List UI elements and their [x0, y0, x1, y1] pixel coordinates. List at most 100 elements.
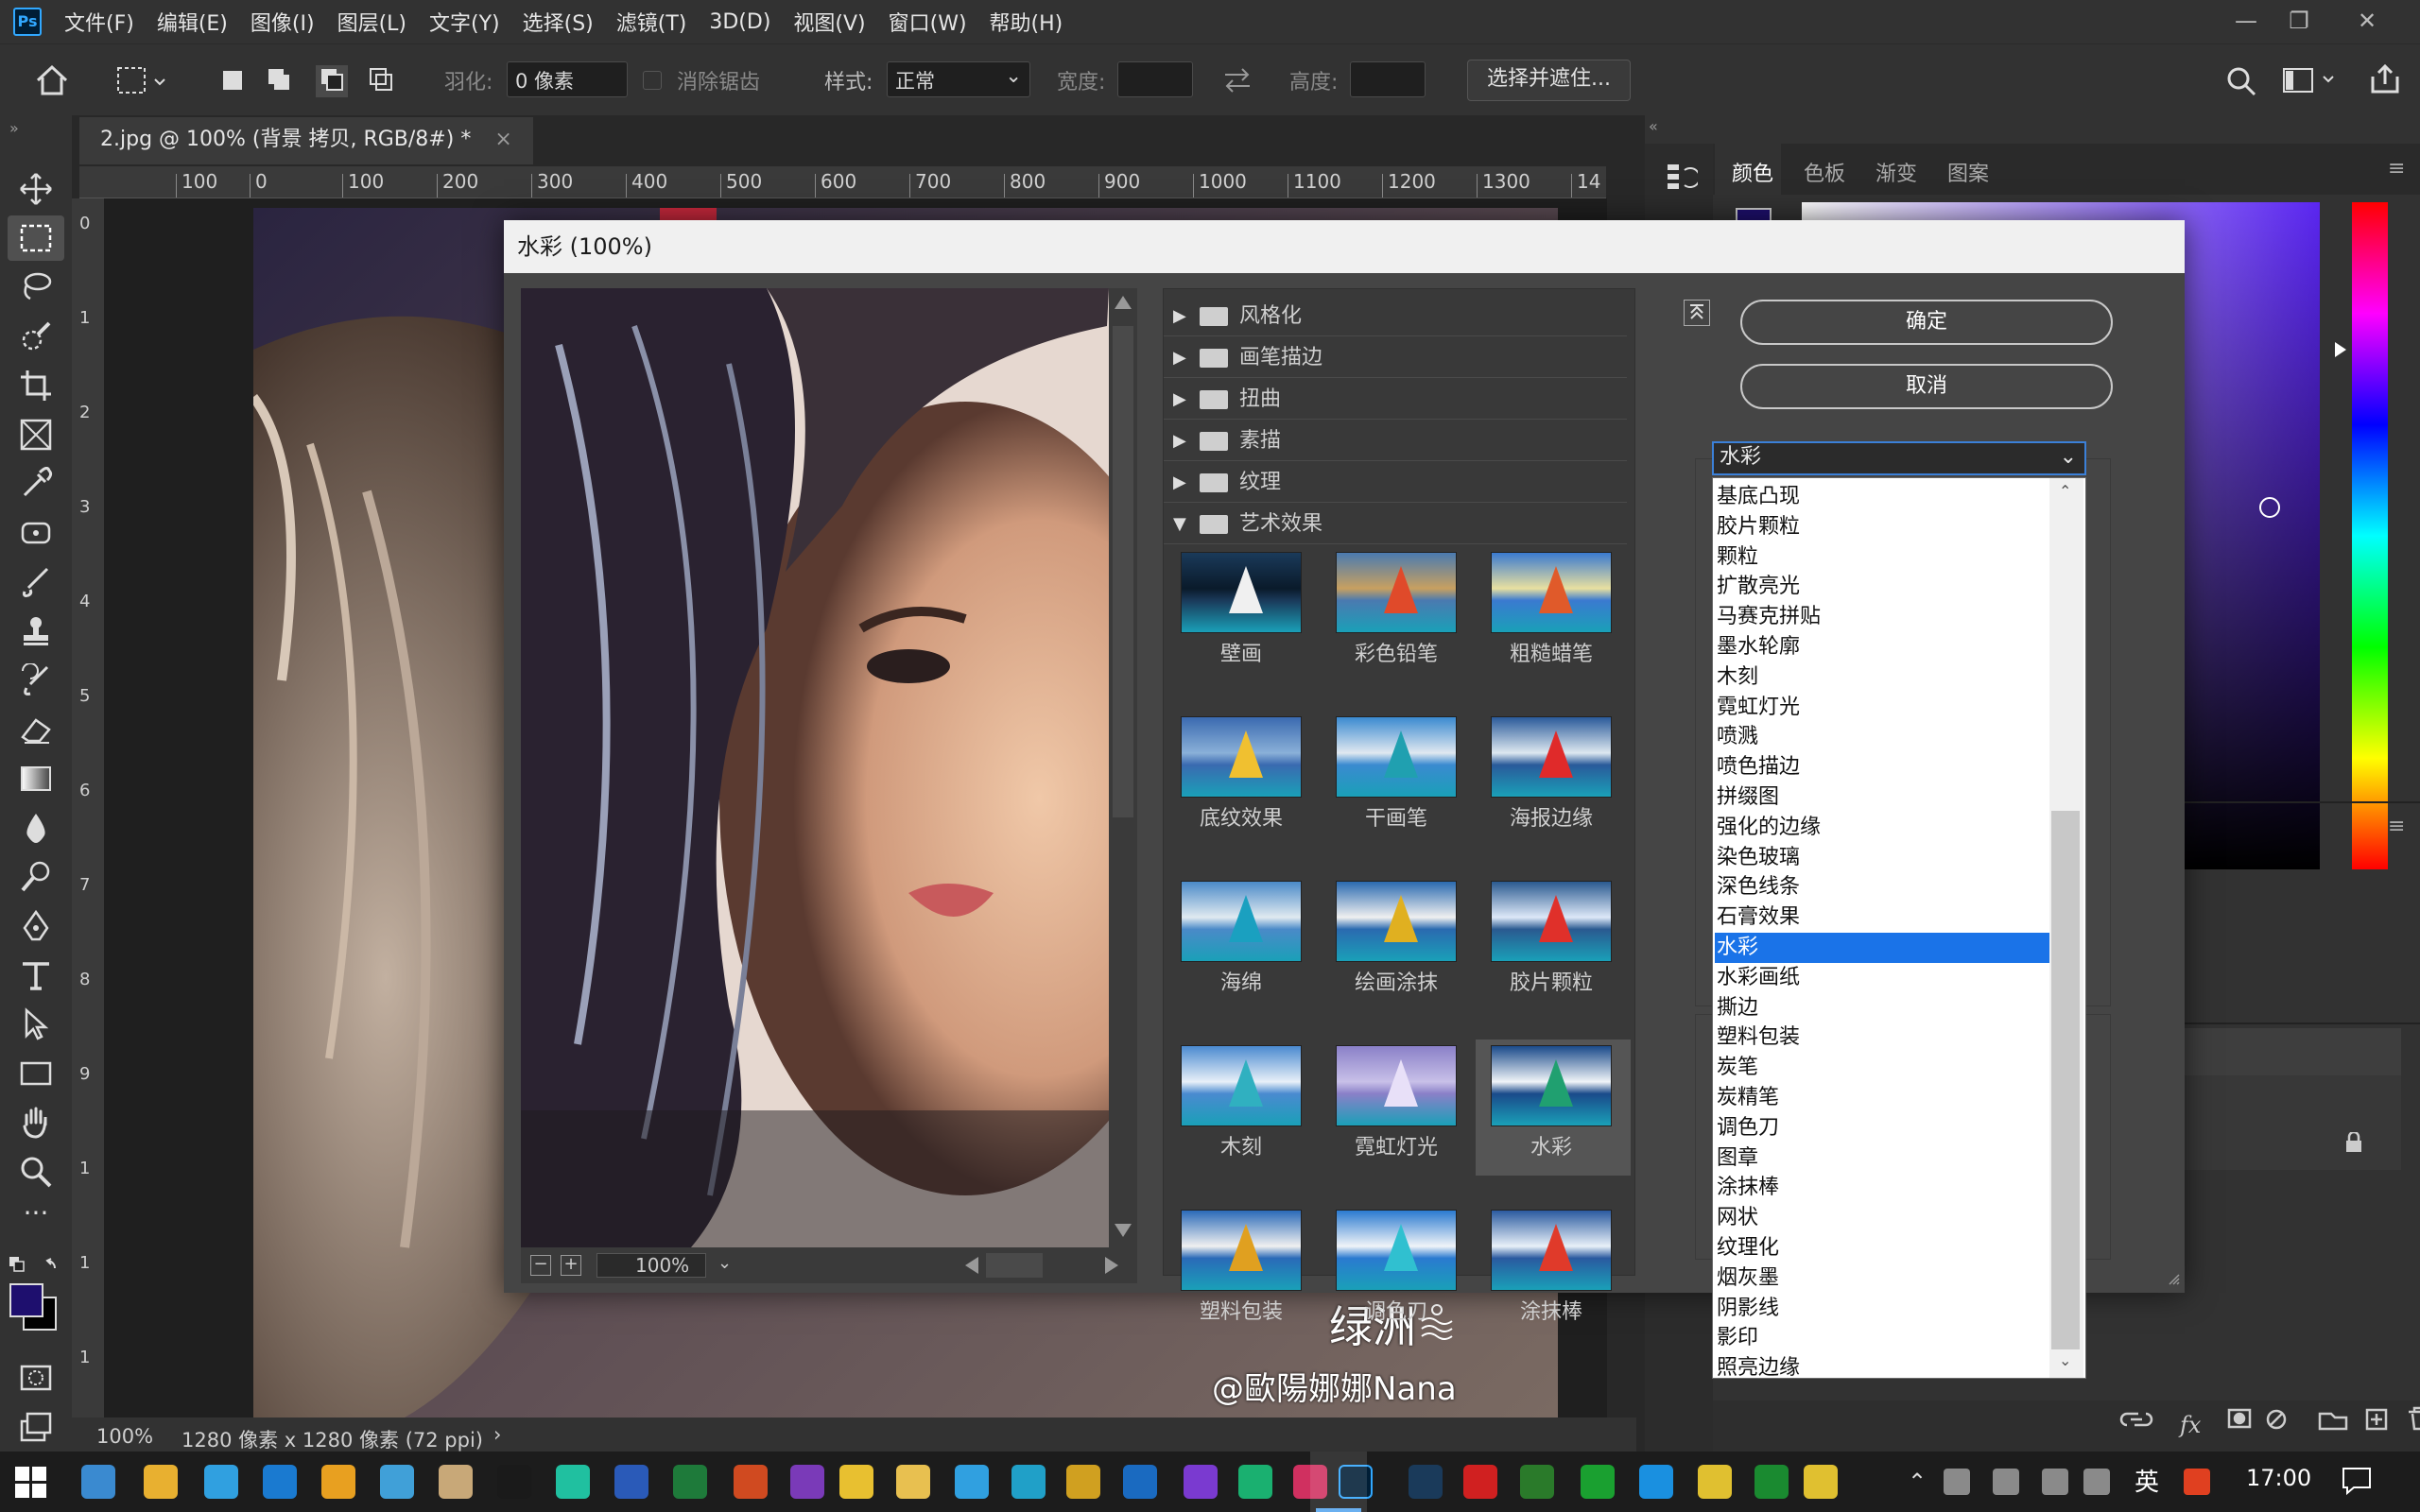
filter-thumbnail[interactable]: [1336, 716, 1457, 798]
home-icon[interactable]: [34, 63, 70, 97]
dropdown-option[interactable]: 阴影线: [1715, 1294, 2055, 1324]
rect-marquee-icon[interactable]: [115, 65, 168, 97]
foreground-color-swatch[interactable]: [9, 1283, 43, 1317]
zoom-in-icon[interactable]: +: [561, 1255, 581, 1276]
menu-item[interactable]: 图层(L): [337, 7, 406, 37]
preview-vertical-scrollbar[interactable]: [1109, 288, 1137, 1247]
workspace-icon[interactable]: [2282, 67, 2339, 95]
sublime-icon[interactable]: [1066, 1465, 1100, 1499]
type-tool-icon[interactable]: [19, 958, 53, 992]
dropdown-scroll-down-icon[interactable]: ⌄: [2059, 1351, 2071, 1369]
filter-thumbnail[interactable]: [1336, 1210, 1457, 1291]
preview-hscroll-thumb[interactable]: [986, 1253, 1043, 1278]
zoom-tool-icon[interactable]: [19, 1155, 53, 1189]
eyedropper-icon[interactable]: [19, 467, 53, 501]
edge-icon[interactable]: [321, 1465, 355, 1499]
filter-thumbnail[interactable]: [1181, 881, 1302, 962]
clock[interactable]: 17:00: [2246, 1465, 2311, 1491]
menu-item[interactable]: 窗口(W): [889, 7, 967, 37]
select-and-mask-button[interactable]: 选择并遮住...: [1467, 60, 1631, 101]
expand-arrow-right-icon[interactable]: ▶: [1173, 463, 1186, 503]
menu-item[interactable]: 文字(Y): [429, 7, 500, 37]
feather-icon[interactable]: [1639, 1465, 1673, 1499]
lasso-tool-icon[interactable]: [19, 270, 53, 304]
minimize-button[interactable]: —: [2220, 4, 2273, 38]
dropdown-option[interactable]: 烟灰墨: [1715, 1263, 2055, 1294]
dropdown-option[interactable]: 拼缀图: [1715, 782, 2055, 813]
eraser-tool-icon[interactable]: [19, 713, 53, 747]
scroll-right-icon[interactable]: [1105, 1257, 1118, 1274]
dropdown-option[interactable]: 图章: [1715, 1143, 2055, 1174]
printer-icon[interactable]: [1993, 1469, 2019, 1495]
antivirus-icon[interactable]: [1944, 1469, 1970, 1495]
scroll-left-icon[interactable]: [965, 1257, 978, 1274]
dropdown-option[interactable]: 影印: [1715, 1323, 2055, 1353]
close-button[interactable]: ✕: [2341, 4, 2394, 38]
devcpp-icon[interactable]: [1011, 1465, 1046, 1499]
menu-item[interactable]: 选择(S): [523, 7, 594, 37]
filter-category[interactable]: ▼ 艺术效果: [1164, 505, 1627, 544]
dropdown-option[interactable]: 墨水轮廓: [1715, 632, 2055, 662]
marquee-tool-icon[interactable]: [19, 221, 53, 255]
frame-tool-icon[interactable]: [19, 418, 53, 452]
tray-up-icon[interactable]: ⌃: [1908, 1469, 1927, 1495]
dropdown-option[interactable]: 炭精笔: [1715, 1083, 2055, 1113]
dropdown-option[interactable]: 木刻: [1715, 662, 2055, 693]
notification-icon[interactable]: [2341, 1465, 2373, 1497]
filter-thumbnail[interactable]: [1181, 1210, 1302, 1291]
menu-item[interactable]: 帮助(H): [990, 7, 1063, 37]
network-icon[interactable]: [2042, 1469, 2068, 1495]
collapse-gallery-icon[interactable]: [1684, 300, 1710, 326]
excel-icon[interactable]: [734, 1465, 768, 1499]
gradient-tool-icon[interactable]: [19, 762, 53, 796]
cancel-button[interactable]: 取消: [1740, 364, 2113, 409]
filter-category[interactable]: ▶ 画笔描边: [1164, 338, 1627, 378]
chrome-icon[interactable]: [380, 1465, 414, 1499]
selection-mode-icons[interactable]: [214, 65, 403, 97]
acrobat-icon[interactable]: [1463, 1465, 1497, 1499]
dropdown-option[interactable]: 撕边: [1715, 993, 2055, 1023]
crop-tool-icon[interactable]: [19, 369, 53, 403]
dropdown-option[interactable]: 调色刀: [1715, 1113, 2055, 1143]
share-icon[interactable]: [2369, 63, 2401, 95]
history-brush-icon[interactable]: [19, 663, 53, 697]
feather-input[interactable]: 0 像素: [507, 61, 628, 97]
resize-grip-icon[interactable]: [2166, 1271, 2181, 1286]
collapse-icon[interactable]: »: [9, 119, 19, 137]
filter-dropdown-list[interactable]: 基底凸现 胶片颗粒 颗粒 扩散亮光 马赛克拼贴 墨水轮廓 木刻 霓虹灯光 喷溅 喷色描边 拼缀图 强化…: [1712, 477, 2086, 1380]
preview-scroll-thumb[interactable]: [1113, 326, 1133, 817]
filter-category[interactable]: ▶ 纹理: [1164, 463, 1627, 503]
panel-tab[interactable]: 颜色: [1732, 157, 1773, 187]
filter-thumbnail[interactable]: [1491, 1210, 1612, 1291]
style-select[interactable]: 正常 ⌄: [887, 61, 1030, 97]
dropdown-option[interactable]: 水彩画纸: [1715, 963, 2055, 993]
dropdown-option[interactable]: 涂抹棒: [1715, 1173, 2055, 1203]
expand-arrow-right-icon[interactable]: ▶: [1173, 380, 1186, 420]
filter-thumbnail[interactable]: [1491, 1045, 1612, 1126]
menu-item[interactable]: 文件(F): [64, 7, 134, 37]
screen-mode-icon[interactable]: [19, 1410, 53, 1444]
powerpoint-icon[interactable]: [790, 1465, 824, 1499]
expand-arrow-down-icon[interactable]: ▼: [1173, 505, 1186, 544]
dropdown-option[interactable]: 强化的边缘: [1715, 813, 2055, 843]
visual-studio-icon[interactable]: [1184, 1465, 1218, 1499]
scroll-up-icon[interactable]: [1115, 296, 1132, 309]
dropdown-option[interactable]: 胶片颗粒: [1715, 512, 2055, 542]
dropdown-option[interactable]: 马赛克拼贴: [1715, 602, 2055, 632]
filter-select[interactable]: 水彩 ⌄: [1712, 441, 2086, 475]
zoom-out-icon[interactable]: −: [530, 1255, 551, 1276]
vscode-icon[interactable]: [1123, 1465, 1157, 1499]
hue-slider[interactable]: [2352, 202, 2388, 869]
windows-start-icon[interactable]: [15, 1467, 47, 1499]
close-tab-icon[interactable]: ×: [494, 128, 511, 151]
filter-thumbnail[interactable]: [1336, 552, 1457, 633]
collapse-panel-icon[interactable]: «: [1649, 117, 1658, 135]
quick-mask-icon[interactable]: [19, 1361, 53, 1395]
dropdown-option[interactable]: 霓虹灯光: [1715, 693, 2055, 723]
dropdown-option[interactable]: 喷溅: [1715, 722, 2055, 752]
healing-brush-icon[interactable]: [19, 516, 53, 550]
hand-tool-icon[interactable]: [19, 1106, 53, 1140]
filter-category[interactable]: ▶ 扭曲: [1164, 380, 1627, 420]
dropdown-option[interactable]: 石膏效果: [1715, 902, 2055, 933]
remote-desktop-icon[interactable]: [144, 1465, 178, 1499]
